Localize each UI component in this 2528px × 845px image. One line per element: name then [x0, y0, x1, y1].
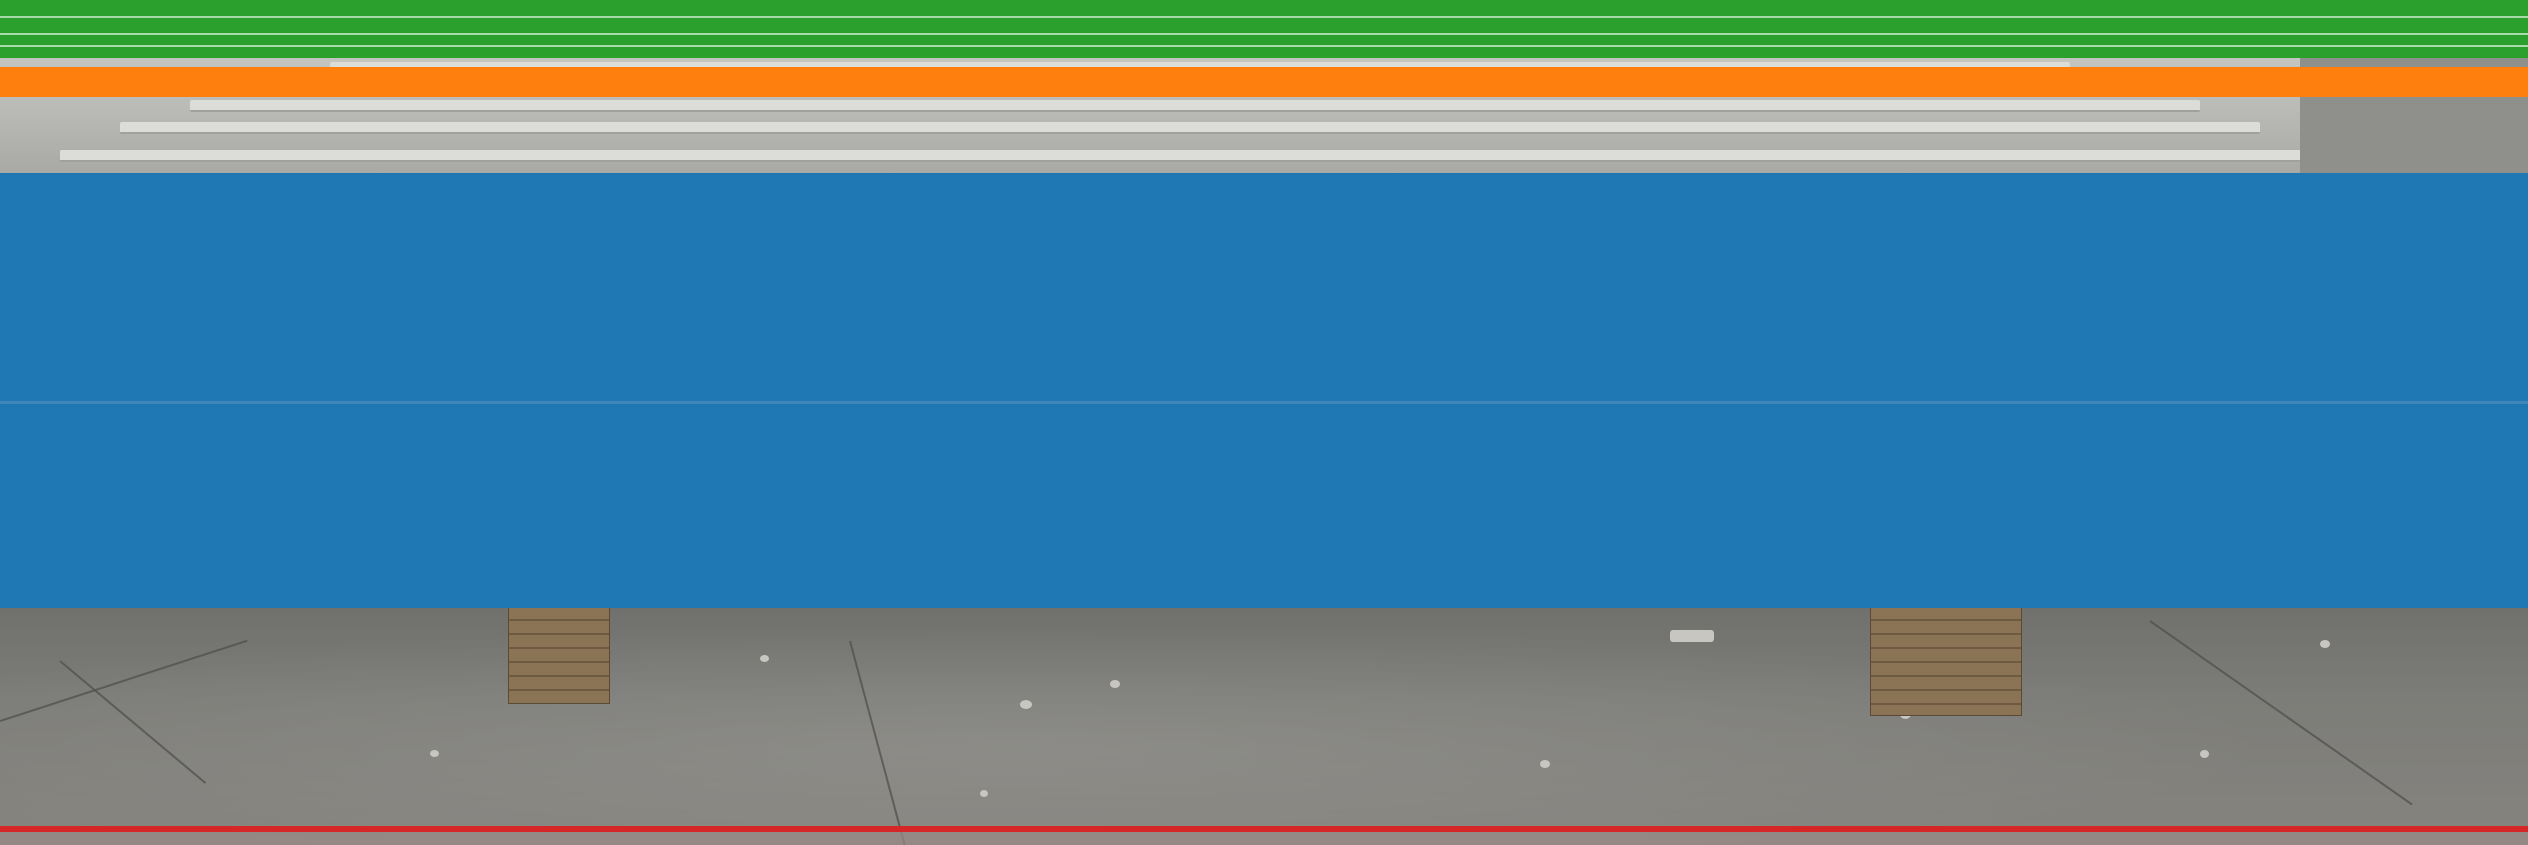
band-line	[0, 16, 2528, 18]
pebble	[760, 655, 769, 662]
band-line	[0, 33, 2528, 35]
timber-support-left	[508, 606, 610, 704]
pebble	[980, 790, 988, 797]
bottom-edge-strip	[0, 832, 2528, 845]
green-band	[0, 0, 2528, 58]
pebble	[1110, 680, 1120, 688]
concrete-floor	[0, 600, 2528, 845]
slab-edge	[120, 122, 2260, 134]
blue-band-seam	[0, 401, 2528, 404]
slab-edge	[60, 150, 2370, 162]
floor-crack	[2149, 620, 2413, 806]
pebble	[2320, 640, 2330, 648]
blue-band	[0, 173, 2528, 608]
pebble	[1670, 630, 1714, 642]
pebble	[1020, 700, 1032, 709]
floor-crack	[0, 639, 248, 722]
pebble	[430, 750, 439, 757]
pebble	[1540, 760, 1550, 768]
timber-support-right	[1870, 606, 2022, 716]
floor-crack	[849, 640, 914, 845]
band-line	[0, 45, 2528, 47]
orange-band	[0, 67, 2528, 97]
photo-scene	[0, 0, 2528, 845]
pebble	[2200, 750, 2209, 758]
slab-edge	[190, 100, 2200, 112]
